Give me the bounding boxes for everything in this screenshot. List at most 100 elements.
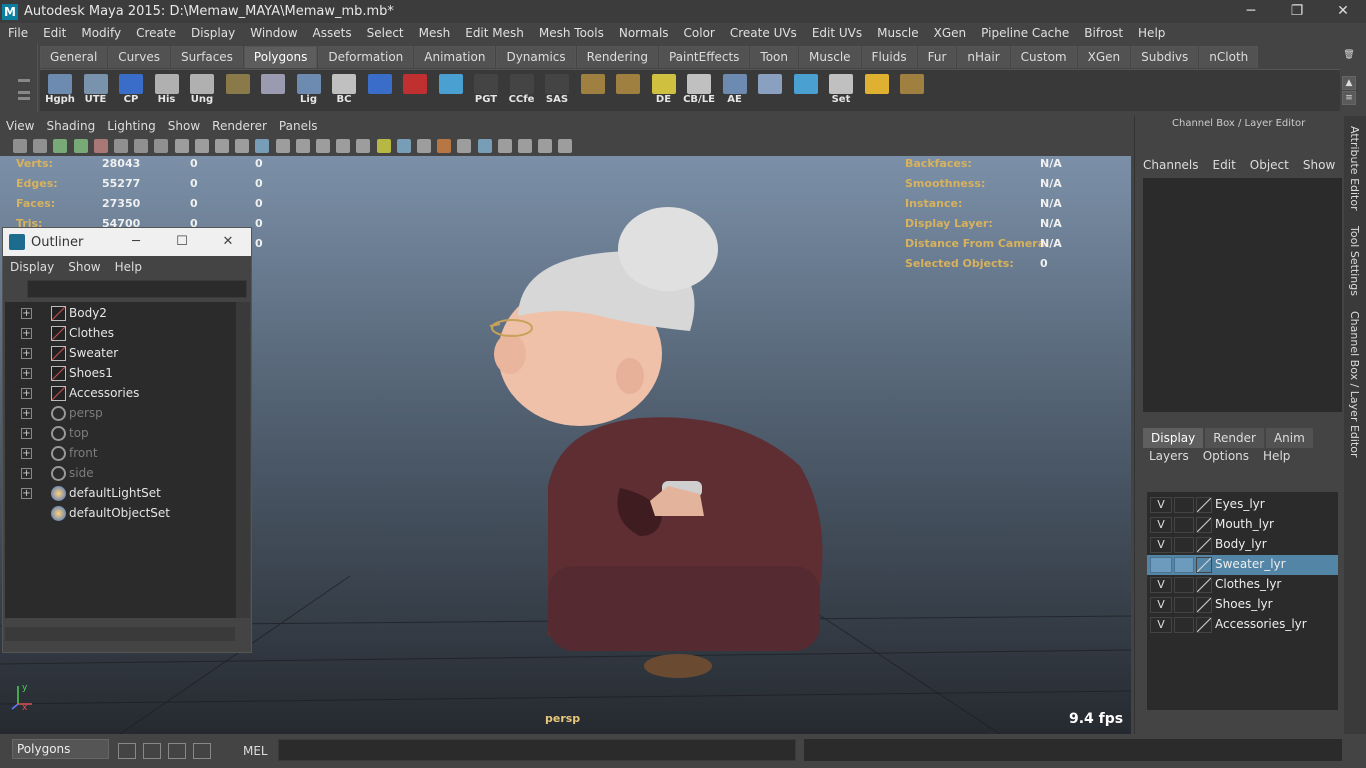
menu-mesh-tools[interactable]: Mesh Tools: [531, 26, 611, 40]
panel-tool-icon[interactable]: [33, 139, 48, 153]
outliner-menu-display[interactable]: Display: [3, 260, 61, 274]
layer-playback-toggle[interactable]: [1174, 517, 1194, 533]
panel-tool-icon[interactable]: [235, 139, 250, 153]
shelf-trash-icon[interactable]: 🗑: [1342, 49, 1356, 63]
shelf-tool-button[interactable]: CB/LE: [683, 74, 715, 108]
menu-color[interactable]: Color: [676, 26, 722, 40]
expand-icon[interactable]: +: [21, 448, 32, 459]
menu-edit-uvs[interactable]: Edit UVs: [804, 26, 869, 40]
panel-tool-icon[interactable]: [396, 139, 411, 153]
shelf-tab-fur[interactable]: Fur: [917, 46, 957, 68]
shelf-tool-button[interactable]: [754, 74, 786, 108]
panel-tool-icon[interactable]: [275, 139, 290, 153]
minimize-icon[interactable]: ─: [1228, 0, 1274, 23]
shelf-tab-fluids[interactable]: Fluids: [861, 46, 917, 68]
shelf-tool-button[interactable]: UTE: [80, 74, 112, 108]
shelf-tool-button[interactable]: DE: [648, 74, 680, 108]
shelf-tool-button[interactable]: [861, 74, 893, 108]
layer-color-swatch[interactable]: [1196, 597, 1212, 613]
panel-tool-icon[interactable]: [134, 139, 149, 153]
shelf-tool-button[interactable]: SAS: [541, 74, 573, 108]
menu-mesh[interactable]: Mesh: [411, 26, 458, 40]
script-editor-icon[interactable]: [143, 743, 161, 759]
outliner-item[interactable]: defaultObjectSet: [5, 504, 236, 524]
shelf-tool-button[interactable]: [896, 74, 928, 108]
layer-color-swatch[interactable]: [1196, 617, 1212, 633]
panel-tool-icon[interactable]: [174, 139, 189, 153]
shelf-tool-button[interactable]: Hgph: [44, 74, 76, 108]
expand-icon[interactable]: +: [21, 328, 32, 339]
shelf-tool-button[interactable]: [790, 74, 822, 108]
shelf-tab-nhair[interactable]: nHair: [957, 46, 1010, 68]
outliner-close-icon[interactable]: ✕: [205, 228, 251, 255]
shelf-tool-button[interactable]: AE: [719, 74, 751, 108]
shelf-menu-icon[interactable]: ≡: [1342, 91, 1356, 105]
expand-icon[interactable]: +: [21, 308, 32, 319]
menu-select[interactable]: Select: [359, 26, 411, 40]
outliner-search-input[interactable]: [27, 280, 247, 298]
outliner-horizontal-scrollbar[interactable]: [5, 627, 235, 641]
layer-row[interactable]: V Body_lyr: [1147, 535, 1338, 555]
shelf-tool-button[interactable]: [364, 74, 396, 108]
shelf-tool-button[interactable]: Ung: [186, 74, 218, 108]
menu-pipeline-cache[interactable]: Pipeline Cache: [973, 26, 1076, 40]
layer-playback-toggle[interactable]: [1174, 577, 1194, 593]
outliner-item[interactable]: + front: [5, 444, 236, 464]
panel-tool-icon[interactable]: [194, 139, 209, 153]
outliner-item[interactable]: + side: [5, 464, 236, 484]
layer-visibility-toggle[interactable]: V: [1150, 517, 1172, 533]
command-input[interactable]: [278, 739, 796, 761]
outliner-menu-help[interactable]: Help: [108, 260, 149, 274]
menu-create[interactable]: Create: [128, 26, 183, 40]
shelf-tab-rendering[interactable]: Rendering: [576, 46, 658, 68]
shelf-tab-surfaces[interactable]: Surfaces: [170, 46, 243, 68]
snap-icon[interactable]: [118, 743, 136, 759]
menu-file[interactable]: File: [0, 26, 35, 40]
outliner-item[interactable]: + Body2: [5, 304, 236, 324]
side-tab-channel-box[interactable]: Channel Box / Layer Editor: [1348, 311, 1361, 458]
shelf-tab-dynamics[interactable]: Dynamics: [496, 46, 576, 68]
panel-tool-icon[interactable]: [53, 139, 68, 153]
panel-tool-icon[interactable]: [417, 139, 431, 153]
panel-tool-icon[interactable]: [114, 139, 128, 153]
panel-tool-icon[interactable]: [477, 139, 492, 153]
panel-tool-icon[interactable]: [316, 139, 330, 153]
layer-menu-help[interactable]: Help: [1263, 449, 1290, 463]
shelf-tab-deformation[interactable]: Deformation: [318, 46, 414, 68]
panel-tool-icon[interactable]: [215, 139, 229, 153]
side-tab-attribute-editor[interactable]: Attribute Editor: [1348, 126, 1361, 211]
shelf-scroll-up-icon[interactable]: ▲: [1342, 76, 1356, 90]
layer-color-swatch[interactable]: [1196, 497, 1212, 513]
menu-bifrost[interactable]: Bifrost: [1076, 26, 1130, 40]
layer-playback-toggle[interactable]: [1174, 597, 1194, 613]
shelf-tab-ncloth[interactable]: nCloth: [1199, 46, 1259, 68]
layer-tab-display[interactable]: Display: [1143, 428, 1204, 448]
expand-icon[interactable]: +: [21, 468, 32, 479]
shelf-tool-button[interactable]: [257, 74, 289, 108]
shelf-tab-custom[interactable]: Custom: [1010, 46, 1077, 68]
panel-tool-icon[interactable]: [376, 139, 391, 153]
menu-edit[interactable]: Edit: [35, 26, 73, 40]
shelf-tab-muscle[interactable]: Muscle: [799, 46, 861, 68]
shelf-tool-button[interactable]: [577, 74, 609, 108]
menu-muscle[interactable]: Muscle: [869, 26, 926, 40]
shelf-tab-xgen[interactable]: XGen: [1077, 46, 1131, 68]
channel-list[interactable]: [1143, 178, 1342, 412]
menu-window[interactable]: Window: [242, 26, 304, 40]
layer-playback-toggle[interactable]: [1174, 537, 1194, 553]
menu-edit-mesh[interactable]: Edit Mesh: [457, 26, 531, 40]
panel-tool-icon[interactable]: [437, 139, 452, 153]
outliner-maximize-icon[interactable]: ☐: [159, 228, 205, 255]
panel-menu-renderer[interactable]: Renderer: [206, 119, 273, 133]
layer-menu-layers[interactable]: Layers: [1149, 449, 1189, 463]
outliner-item[interactable]: + Shoes1: [5, 364, 236, 384]
expand-icon[interactable]: +: [21, 428, 32, 439]
menu-help[interactable]: Help: [1130, 26, 1172, 40]
panel-tool-icon[interactable]: [518, 139, 532, 153]
expand-icon[interactable]: +: [21, 488, 32, 499]
shelf-tab-general[interactable]: General: [40, 46, 108, 68]
channel-menu-show[interactable]: Show: [1303, 158, 1335, 172]
layer-visibility-toggle[interactable]: V: [1150, 497, 1172, 513]
shelf-tool-button[interactable]: His: [151, 74, 183, 108]
panel-menu-show[interactable]: Show: [162, 119, 206, 133]
